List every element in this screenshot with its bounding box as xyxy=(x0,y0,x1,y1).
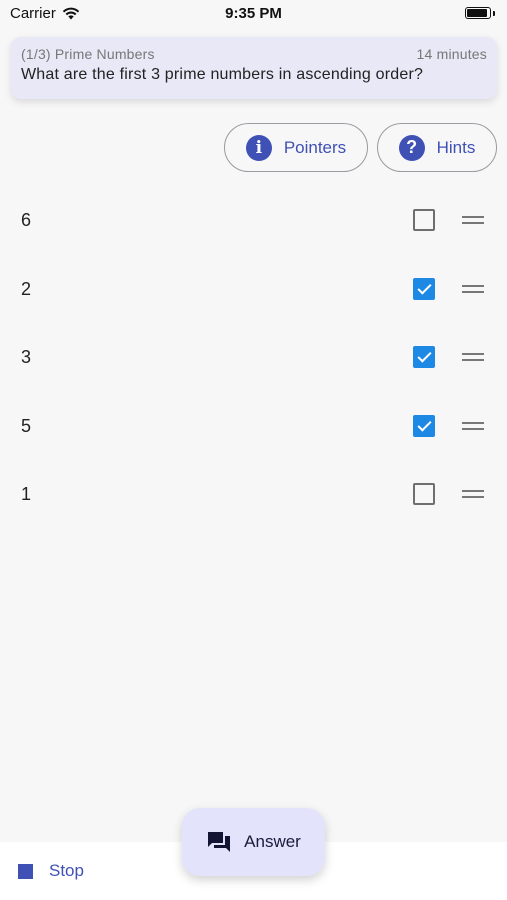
battery-icon xyxy=(465,7,495,19)
option-checkbox[interactable] xyxy=(413,415,435,437)
wifi-icon xyxy=(62,7,80,19)
drag-handle-icon[interactable] xyxy=(462,216,484,224)
drag-handle-icon[interactable] xyxy=(462,353,484,361)
question-text: What are the first 3 prime numbers in as… xyxy=(21,66,424,83)
answer-label: Answer xyxy=(244,832,301,851)
drag-handle-icon[interactable] xyxy=(462,285,484,293)
option-row[interactable]: 2 xyxy=(0,255,507,323)
question-progress-title: (1/3) Prime Numbers xyxy=(21,46,155,62)
option-row[interactable]: 5 xyxy=(0,392,507,460)
option-checkbox[interactable] xyxy=(413,278,435,300)
option-row[interactable]: 1 xyxy=(0,460,507,528)
carrier-label: Carrier xyxy=(10,4,56,22)
option-row[interactable]: 3 xyxy=(0,323,507,391)
hints-label: Hints xyxy=(436,137,476,157)
option-checkbox[interactable] xyxy=(413,483,435,505)
info-icon: i xyxy=(245,134,272,161)
pointers-button[interactable]: i Pointers xyxy=(224,123,368,172)
option-checkbox[interactable] xyxy=(413,209,435,231)
stop-icon xyxy=(18,863,33,879)
question-card: (1/3) Prime Numbers 14 minutes What are … xyxy=(11,37,497,99)
hints-button[interactable]: ? Hints xyxy=(377,123,497,172)
answer-button[interactable]: Answer xyxy=(182,808,325,876)
drag-handle-icon[interactable] xyxy=(462,490,484,498)
stop-label: Stop xyxy=(49,861,84,880)
pointers-label: Pointers xyxy=(283,137,347,157)
option-value: 5 xyxy=(21,415,32,436)
option-row[interactable]: 6 xyxy=(0,186,507,254)
carrier-info: Carrier xyxy=(10,5,80,22)
option-value: 3 xyxy=(21,346,32,367)
drag-handle-icon[interactable] xyxy=(462,422,484,430)
chat-icon xyxy=(208,832,231,852)
option-value: 1 xyxy=(21,483,32,504)
status-bar: Carrier 9:35 PM xyxy=(0,0,507,26)
stop-button[interactable]: Stop xyxy=(18,861,84,880)
option-value: 2 xyxy=(21,278,32,299)
question-meta: (1/3) Prime Numbers 14 minutes xyxy=(21,46,487,62)
option-checkbox[interactable] xyxy=(413,346,435,368)
help-icon: ? xyxy=(398,134,425,161)
option-value: 6 xyxy=(21,209,32,230)
time-remaining: 14 minutes xyxy=(416,46,487,62)
